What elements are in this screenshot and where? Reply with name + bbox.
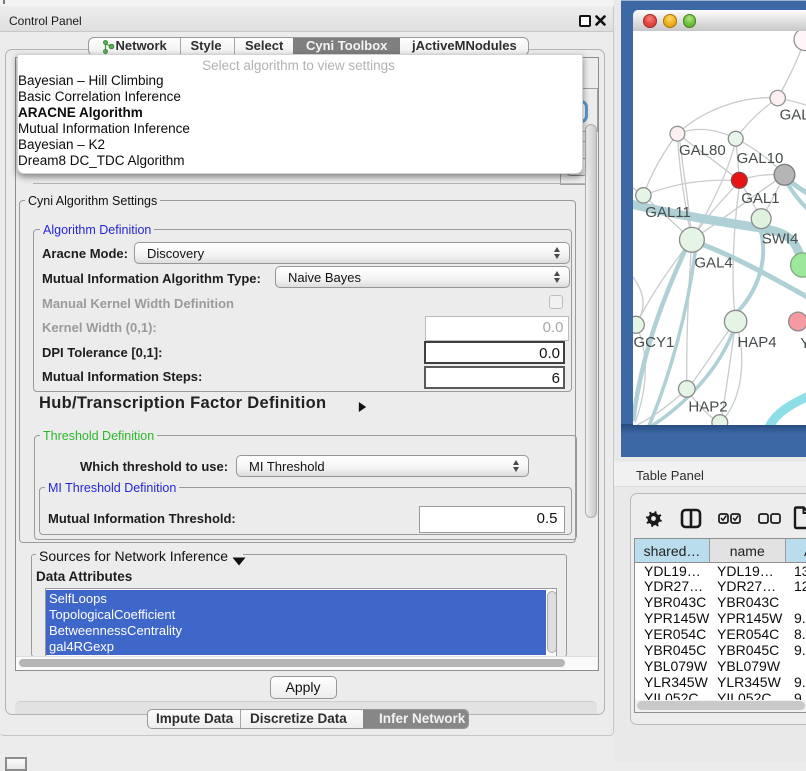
svg-text:GAL8: GAL8 (780, 107, 806, 124)
svg-text:HAP4: HAP4 (737, 334, 776, 351)
svg-text:GAL11: GAL11 (645, 204, 691, 221)
svg-text:GAL10: GAL10 (737, 150, 784, 167)
svg-text:SWI4: SWI4 (762, 231, 799, 248)
svg-text:YIL0: YIL0 (800, 335, 806, 352)
svg-text:HAP2: HAP2 (688, 399, 727, 416)
svg-text:GAL4: GAL4 (694, 255, 732, 272)
svg-text:GAL1: GAL1 (741, 190, 779, 207)
svg-text:GAL80: GAL80 (679, 142, 726, 159)
svg-text:GCY1: GCY1 (634, 334, 675, 351)
